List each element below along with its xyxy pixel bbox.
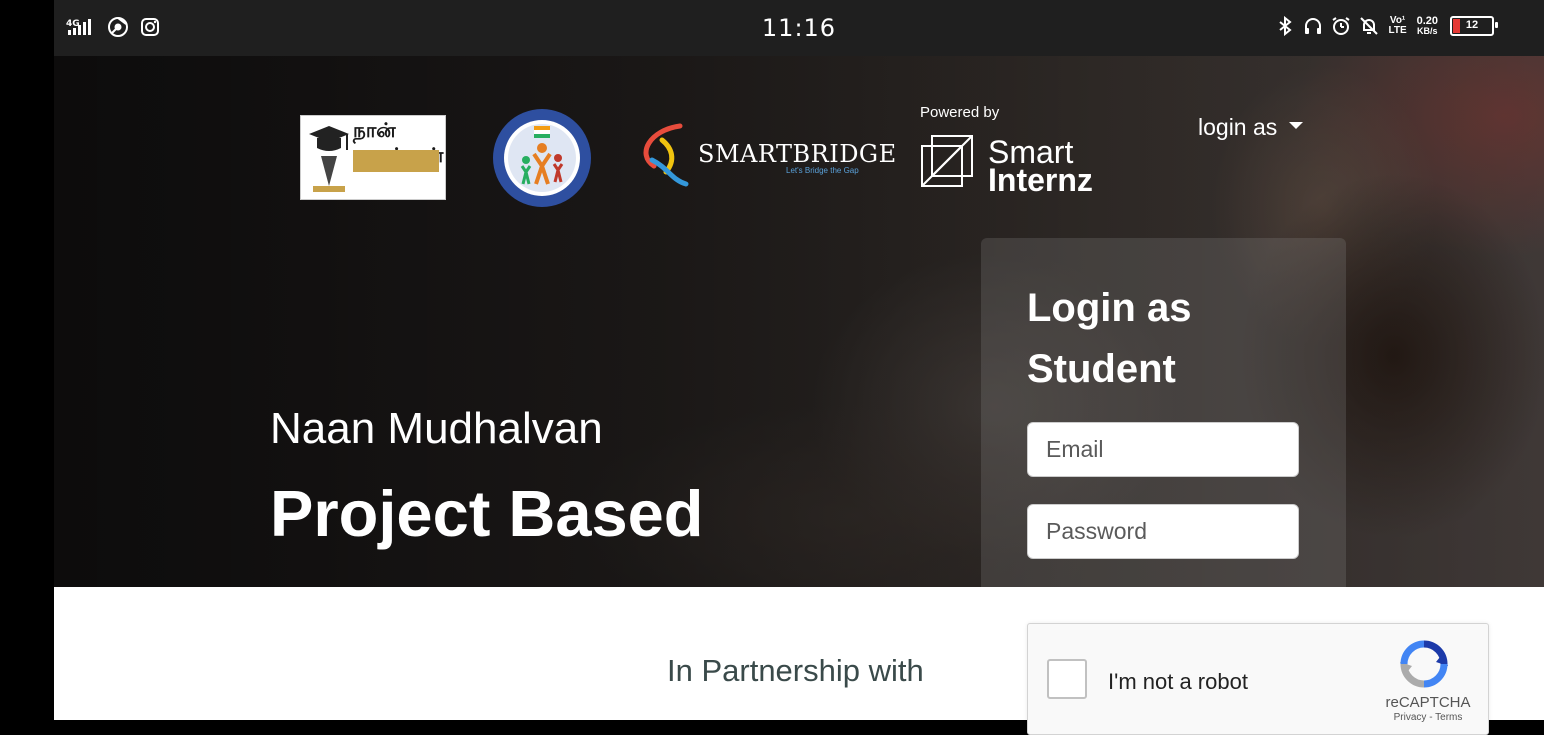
recaptcha-logo-icon (1400, 640, 1448, 688)
bluetooth-icon (1275, 15, 1295, 37)
recaptcha-label: I'm not a robot (1108, 669, 1248, 694)
hero-title: Project Based (270, 477, 704, 550)
smartinternz-mark-icon (921, 135, 973, 187)
recaptcha-brand: reCAPTCHA (1385, 694, 1471, 711)
notifications-off-icon (1359, 15, 1379, 37)
headphones-icon (1303, 15, 1323, 37)
caret-down-icon (1289, 122, 1304, 129)
left-edge-bar (0, 0, 54, 720)
login-heading: Login as Student (1027, 286, 1192, 391)
password-input[interactable] (1027, 504, 1299, 559)
smartbridge-logo[interactable]: SMARTBRIDGE Let's Bridge the Gap (632, 120, 896, 190)
hero-section: நான் முதல்வன் SMARTBRIDGE Let's Bridge t… (54, 56, 1544, 587)
alarm-icon (1331, 15, 1351, 37)
hero-subtitle: Naan Mudhalvan (270, 404, 603, 453)
smartinternz-line2: Internz (988, 162, 1093, 198)
email-input[interactable] (1027, 422, 1299, 477)
volte-indicator: Vo¹ LTE (1388, 15, 1407, 36)
naan-mudhalvan-logo-band (353, 150, 439, 172)
powered-by-label: Powered by (920, 104, 1000, 121)
partnership-section: In Partnership with I'm not a robot reCA… (54, 587, 1544, 735)
smartinternz-logo[interactable]: Smart Internz (920, 132, 1120, 198)
status-bar: 4G 11:16 Vo¹ LTE 0.20 KB/s 12 (54, 0, 1544, 56)
login-card: Login as Student (981, 238, 1346, 587)
tn-skill-development-logo[interactable] (492, 108, 592, 208)
recaptcha-widget: I'm not a robot reCAPTCHA Privacy - Term… (1027, 623, 1489, 735)
hero-title-line2: Experiential Learning (270, 574, 931, 587)
login-as-dropdown[interactable]: login as (1198, 114, 1304, 141)
graduation-cap-icon (309, 126, 349, 192)
smartbridge-swoosh-icon (643, 123, 689, 187)
smartbridge-tagline: Let's Bridge the Gap (786, 166, 859, 175)
naan-mudhalvan-logo[interactable]: நான் முதல்வன் (300, 115, 446, 200)
recaptcha-links[interactable]: Privacy - Terms (1373, 712, 1483, 723)
partnership-heading: In Partnership with (667, 653, 924, 688)
battery-icon: 12 (1450, 16, 1498, 36)
login-as-label: login as (1198, 114, 1278, 140)
smartbridge-wordmark: SMARTBRIDGE (698, 140, 897, 168)
network-speed: 0.20 KB/s (1416, 15, 1438, 37)
recaptcha-checkbox[interactable] (1047, 659, 1087, 699)
